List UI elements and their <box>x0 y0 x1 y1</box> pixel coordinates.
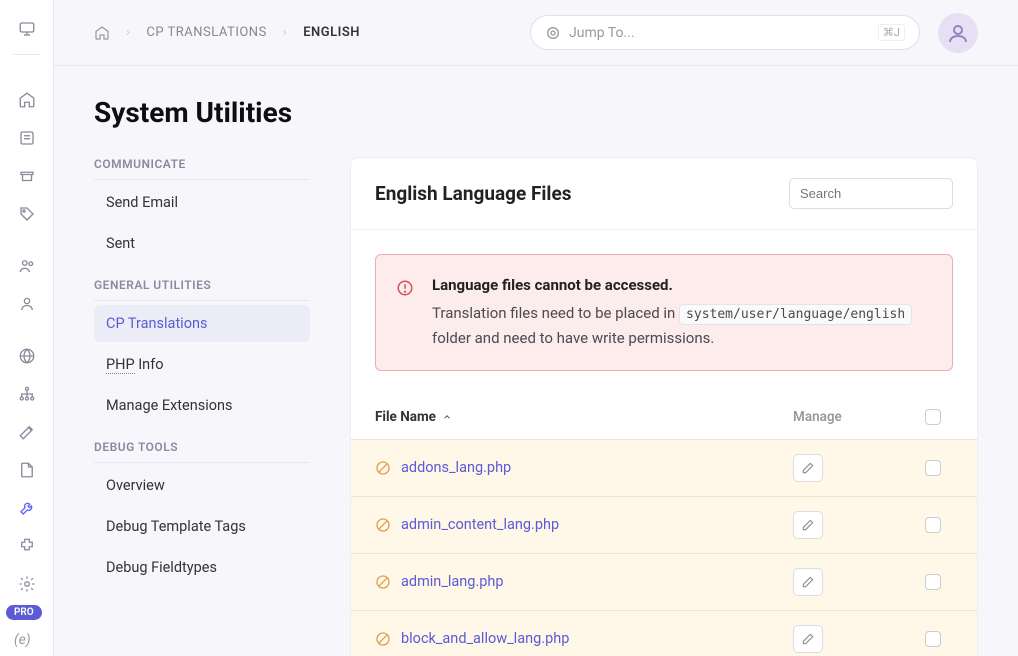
table-row: block_and_allow_lang.php <box>351 610 977 656</box>
breadcrumb-current: English <box>303 25 360 40</box>
sidenav-item-debug-fieldtypes[interactable]: Debug Fieldtypes <box>94 549 310 586</box>
edit-button[interactable] <box>793 568 823 596</box>
alert-icon <box>396 279 414 352</box>
th-checkbox <box>913 409 953 425</box>
sidenav-item-debug-tags[interactable]: Debug Template Tags <box>94 508 310 545</box>
breadcrumb: › CP Translations › English <box>94 25 360 41</box>
no-access-icon <box>375 631 391 647</box>
row-filename: block_and_allow_lang.php <box>375 630 793 647</box>
jump-to-placeholder: Jump To... <box>569 25 878 41</box>
error-alert: Language files cannot be accessed. Trans… <box>375 254 953 371</box>
edit-button[interactable] <box>793 454 823 482</box>
row-checkbox[interactable] <box>925 517 941 533</box>
panel-header: English Language Files <box>351 158 977 230</box>
sidenav-item-send-email[interactable]: Send Email <box>94 184 310 221</box>
main-panel: English Language Files Language files ca… <box>350 157 978 656</box>
row-filename: addons_lang.php <box>375 459 793 476</box>
panel-title: English Language Files <box>375 182 571 205</box>
sidenav-item-sent[interactable]: Sent <box>94 225 310 262</box>
row-checkbox-cell <box>913 574 953 590</box>
chevron-right-icon: › <box>126 25 130 40</box>
table-row: addons_lang.php <box>351 439 977 496</box>
sidenav-item-overview[interactable]: Overview <box>94 467 310 504</box>
row-manage <box>793 511 913 539</box>
breadcrumb-link[interactable]: CP Translations <box>146 25 266 40</box>
chevron-right-icon: › <box>283 25 287 40</box>
file-link[interactable]: admin_content_lang.php <box>401 516 559 533</box>
no-access-icon <box>375 460 391 476</box>
files-icon[interactable] <box>10 159 44 193</box>
page-title: System Utilities <box>94 96 978 129</box>
alert-title: Language files cannot be accessed. <box>432 273 932 299</box>
alert-body: Language files cannot be accessed. Trans… <box>432 273 932 352</box>
pro-badge: PRO <box>6 605 42 620</box>
row-checkbox[interactable] <box>925 574 941 590</box>
entries-icon[interactable] <box>10 121 44 155</box>
ee-logo: (e) <box>14 632 31 648</box>
page-content: System Utilities Communicate Send Email … <box>54 66 1018 656</box>
members-icon[interactable] <box>10 249 44 283</box>
row-checkbox-cell <box>913 631 953 647</box>
row-filename: admin_lang.php <box>375 573 793 590</box>
row-checkbox-cell <box>913 517 953 533</box>
sidenav-item-manage-extensions[interactable]: Manage Extensions <box>94 387 310 424</box>
tools-icon[interactable] <box>10 491 44 525</box>
home-icon[interactable] <box>10 83 44 117</box>
sidenav-item-cp-translations[interactable]: CP Translations <box>94 305 310 342</box>
th-file-name[interactable]: File Name <box>375 409 793 425</box>
home-breadcrumb-icon[interactable] <box>94 25 110 41</box>
target-icon <box>545 25 561 41</box>
edit-button[interactable] <box>793 625 823 653</box>
globe-icon[interactable] <box>10 339 44 373</box>
sidenav-section-debug: Debug Tools <box>94 440 310 463</box>
search-input[interactable] <box>789 178 953 209</box>
row-checkbox[interactable] <box>925 460 941 476</box>
edit-button[interactable] <box>793 511 823 539</box>
row-checkbox[interactable] <box>925 631 941 647</box>
alert-code: system/user/language/english <box>679 304 912 325</box>
topbar: › CP Translations › English Jump To... ⌘… <box>54 0 1018 66</box>
document-icon[interactable] <box>10 453 44 487</box>
no-access-icon <box>375 517 391 533</box>
user-avatar[interactable] <box>938 13 978 53</box>
jump-to-search[interactable]: Jump To... ⌘J <box>530 15 920 50</box>
table-row: admin_lang.php <box>351 553 977 610</box>
table-header: File Name Manage <box>351 395 977 439</box>
member-icon[interactable] <box>10 287 44 321</box>
row-manage <box>793 454 913 482</box>
file-link[interactable]: addons_lang.php <box>401 459 511 476</box>
gear-icon[interactable] <box>10 567 44 601</box>
sort-icon <box>442 412 452 422</box>
tag-icon[interactable] <box>10 197 44 231</box>
row-manage <box>793 625 913 653</box>
row-filename: admin_content_lang.php <box>375 516 793 533</box>
no-access-icon <box>375 574 391 590</box>
design-icon[interactable] <box>10 415 44 449</box>
table-row: admin_content_lang.php <box>351 496 977 553</box>
sidenav-section-general: General Utilities <box>94 278 310 301</box>
select-all-checkbox[interactable] <box>925 409 941 425</box>
sidenav-item-php-info[interactable]: PHP Info <box>94 346 310 383</box>
sitemap-icon[interactable] <box>10 377 44 411</box>
sidenav-section-communicate: Communicate <box>94 157 310 180</box>
jump-to-kbd: ⌘J <box>878 24 905 41</box>
file-link[interactable]: block_and_allow_lang.php <box>401 630 569 647</box>
row-manage <box>793 568 913 596</box>
row-checkbox-cell <box>913 460 953 476</box>
file-link[interactable]: admin_lang.php <box>401 573 504 590</box>
th-manage: Manage <box>793 409 913 425</box>
sidenav: Communicate Send Email Sent General Util… <box>94 157 310 656</box>
nav-rail: PRO (e) <box>0 0 54 656</box>
addon-icon[interactable] <box>10 529 44 563</box>
monitor-icon[interactable] <box>10 12 44 46</box>
